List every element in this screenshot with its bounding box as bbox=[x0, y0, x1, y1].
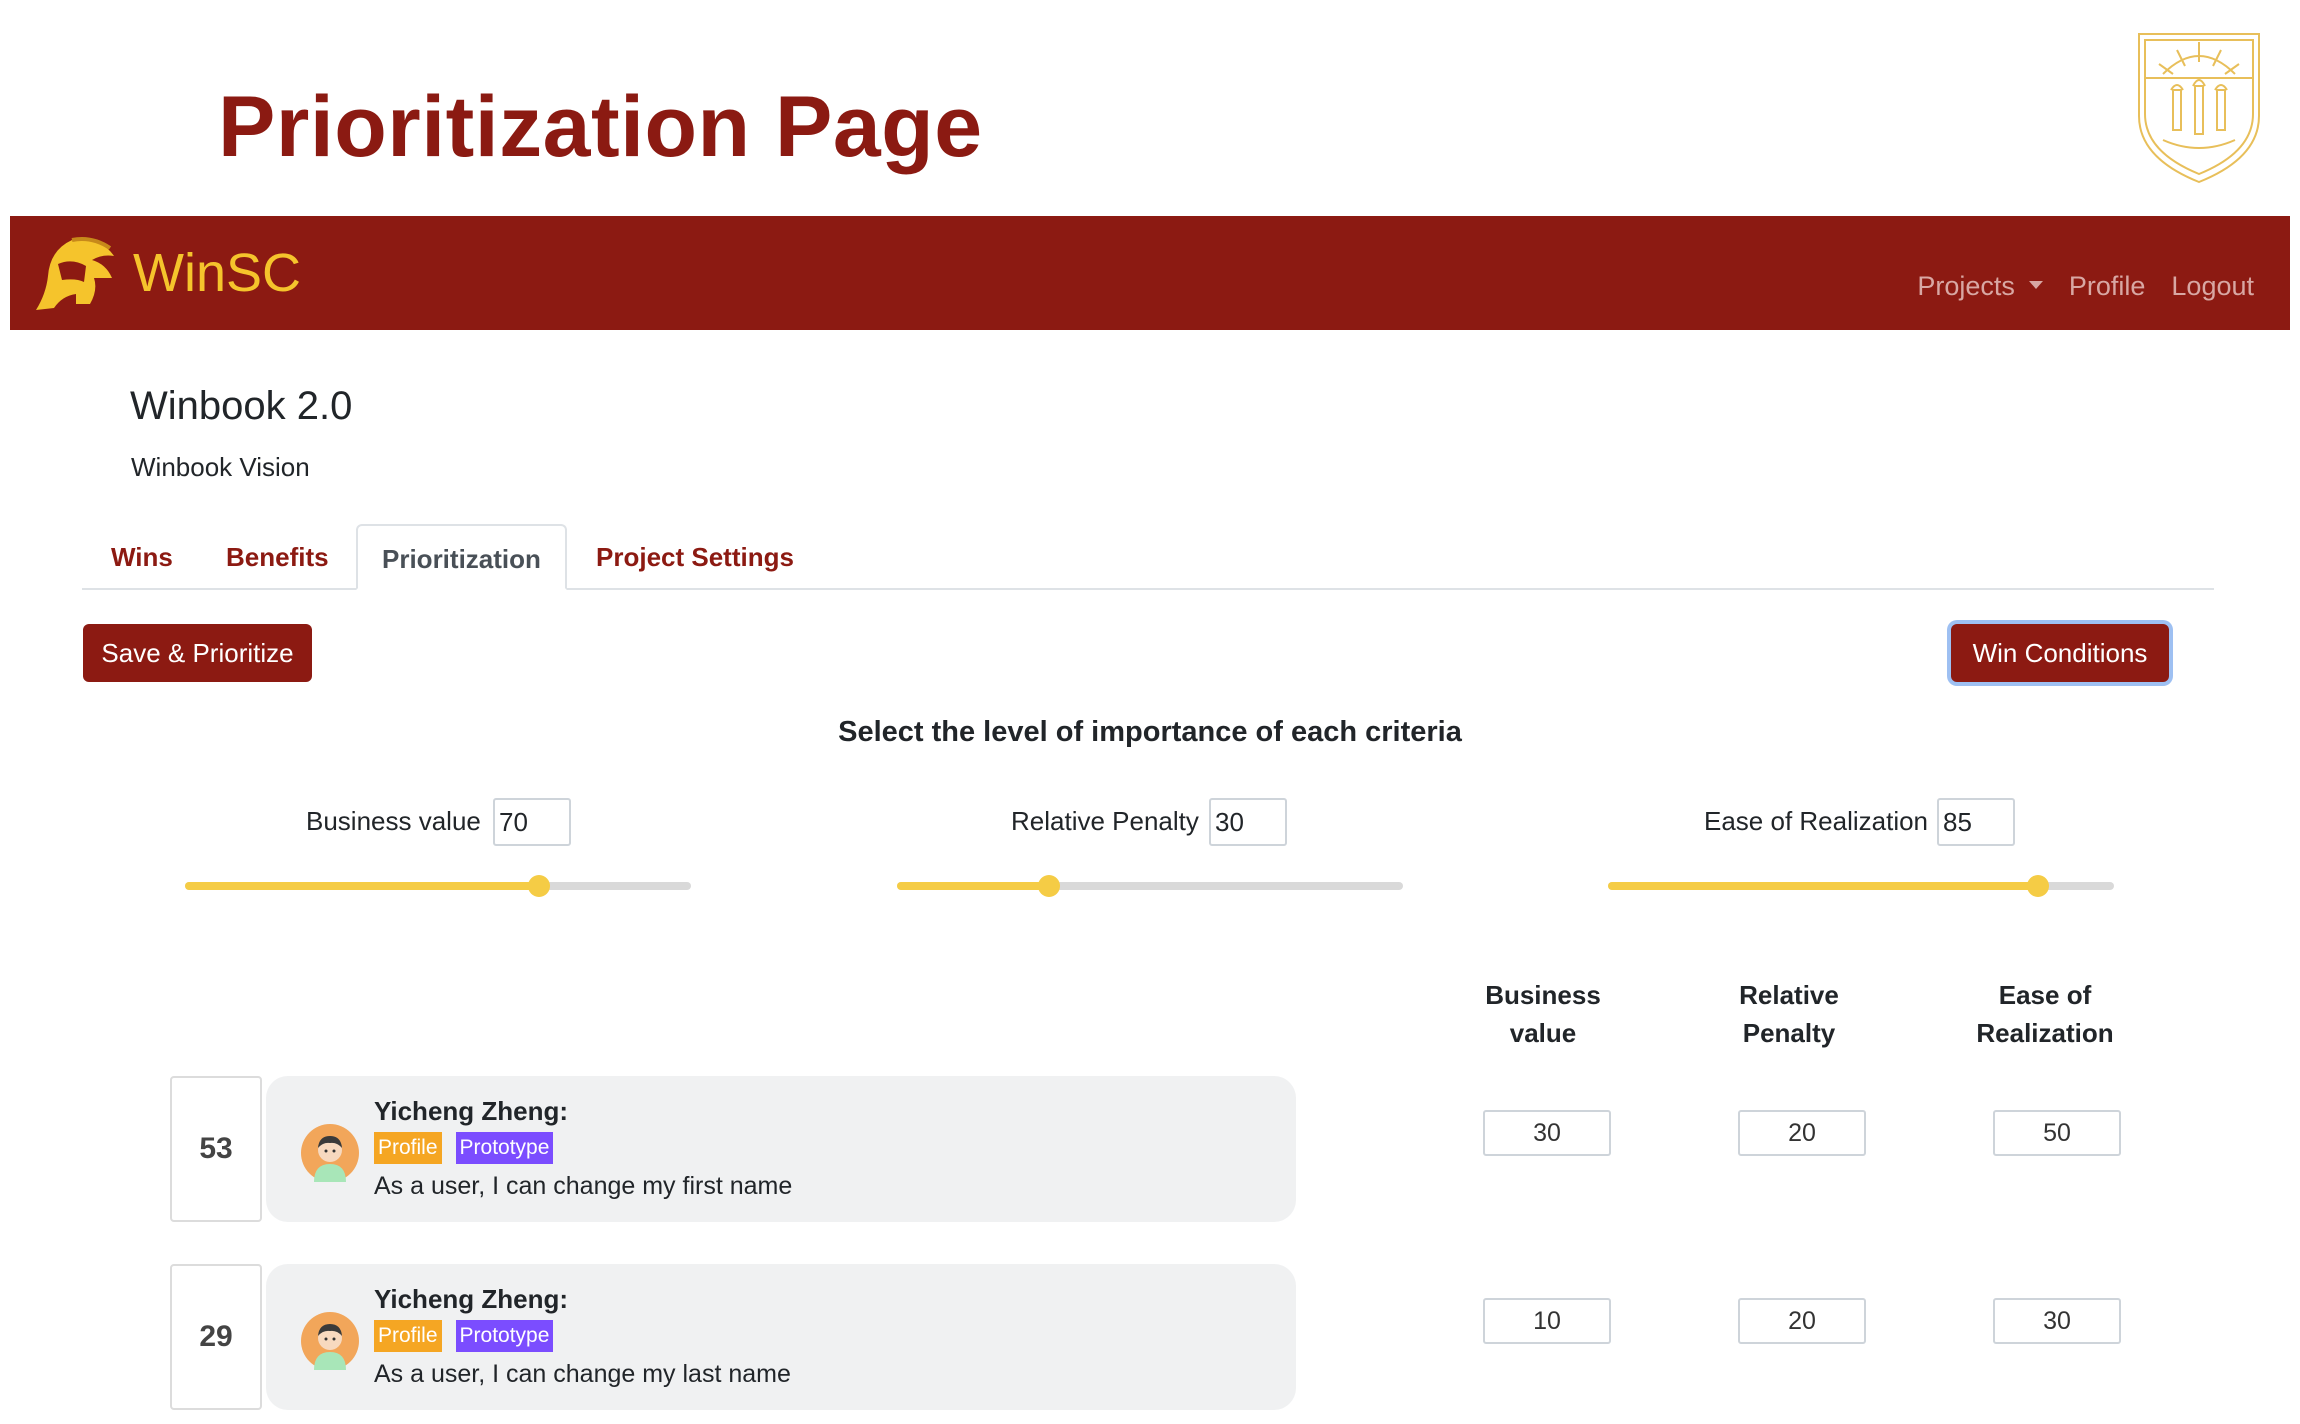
priority-rank: 29 bbox=[170, 1264, 262, 1410]
ease-of-realization-input[interactable]: 30 bbox=[1993, 1298, 2121, 1344]
business-value-weight-input[interactable]: 70 bbox=[493, 798, 571, 846]
column-header-line: Realization bbox=[1976, 1018, 2114, 1048]
nav-links: Projects Profile Logout bbox=[1891, 271, 2254, 302]
slider-fill bbox=[1608, 882, 2039, 890]
story-badges: Profile Prototype bbox=[374, 1320, 567, 1352]
tab-project-settings[interactable]: Project Settings bbox=[596, 524, 794, 590]
business-value-input[interactable]: 10 bbox=[1483, 1298, 1611, 1344]
user-avatar-icon bbox=[301, 1124, 359, 1182]
slider-fill bbox=[185, 882, 540, 890]
project-title: Winbook 2.0 bbox=[130, 384, 353, 428]
story-card[interactable]: Yicheng Zheng: Profile Prototype As a us… bbox=[266, 1076, 1296, 1222]
column-header-line: Penalty bbox=[1742, 1018, 1836, 1048]
badge-profile: Profile bbox=[374, 1132, 442, 1164]
win-conditions-button[interactable]: Win Conditions bbox=[1951, 624, 2169, 682]
relative-penalty-label: Relative Penalty bbox=[1011, 806, 1199, 836]
column-header-line: Ease of bbox=[1998, 980, 2092, 1010]
relative-penalty-input[interactable]: 20 bbox=[1738, 1298, 1866, 1344]
column-header-line: Relative bbox=[1739, 980, 1839, 1010]
column-header-line: value bbox=[1509, 1018, 1577, 1048]
slide-title: Prioritization Page bbox=[218, 79, 983, 175]
university-seal-icon bbox=[2138, 33, 2260, 184]
badge-profile: Profile bbox=[374, 1320, 442, 1352]
story-badges: Profile Prototype bbox=[374, 1132, 567, 1164]
story-text: As a user, I can change my first name bbox=[374, 1172, 793, 1200]
business-value-label: Business value bbox=[306, 806, 481, 836]
ease-of-realization-label: Ease of Realization bbox=[1704, 806, 1929, 836]
nav-projects-label: Projects bbox=[1917, 271, 2015, 301]
nav-profile-link[interactable]: Profile bbox=[2069, 271, 2146, 302]
trojan-helmet-icon[interactable] bbox=[32, 234, 118, 314]
slider-thumb[interactable] bbox=[528, 875, 551, 897]
nav-projects-dropdown[interactable]: Projects bbox=[1917, 271, 2043, 302]
badge-prototype: Prototype bbox=[455, 1132, 554, 1164]
business-value-slider[interactable] bbox=[185, 875, 691, 897]
story-card[interactable]: Yicheng Zheng: Profile Prototype As a us… bbox=[266, 1264, 1296, 1410]
slider-fill bbox=[897, 882, 1049, 890]
relative-penalty-slider[interactable] bbox=[897, 875, 1403, 897]
ease-of-realization-input[interactable]: 50 bbox=[1993, 1110, 2121, 1156]
project-tabs: Wins Benefits Prioritization Project Set… bbox=[82, 524, 2214, 590]
column-header-line: Business bbox=[1485, 980, 1601, 1010]
user-avatar-icon bbox=[301, 1312, 359, 1370]
ease-of-realization-slider[interactable] bbox=[1608, 875, 2114, 897]
priority-rank: 53 bbox=[170, 1076, 262, 1222]
column-header-business-value: Business value bbox=[1443, 976, 1643, 1052]
slider-thumb[interactable] bbox=[2027, 875, 2050, 897]
column-header-relative-penalty: Relative Penalty bbox=[1689, 976, 1889, 1052]
brand-name[interactable]: WinSC bbox=[133, 242, 301, 304]
story-author: Yicheng Zheng: bbox=[374, 1284, 569, 1314]
story-text: As a user, I can change my last name bbox=[374, 1360, 791, 1388]
business-value-input[interactable]: 30 bbox=[1483, 1110, 1611, 1156]
relative-penalty-weight-input[interactable]: 30 bbox=[1209, 798, 1287, 846]
criteria-heading: Select the level of importance of each c… bbox=[838, 716, 1462, 748]
save-prioritize-button[interactable]: Save & Prioritize bbox=[83, 624, 312, 682]
project-vision: Winbook Vision bbox=[131, 452, 310, 482]
ease-of-realization-weight-input[interactable]: 85 bbox=[1937, 798, 2015, 846]
tab-benefits[interactable]: Benefits bbox=[226, 524, 329, 590]
caret-down-icon bbox=[2028, 280, 2043, 289]
badge-prototype: Prototype bbox=[455, 1320, 554, 1352]
column-header-ease-of-realization: Ease of Realization bbox=[1945, 976, 2145, 1052]
slider-thumb[interactable] bbox=[1037, 875, 1060, 897]
story-author: Yicheng Zheng: bbox=[374, 1096, 569, 1126]
tab-wins[interactable]: Wins bbox=[111, 524, 173, 590]
tab-prioritization[interactable]: Prioritization bbox=[356, 524, 567, 590]
navbar: WinSC Projects Profile Logout bbox=[10, 216, 2290, 330]
nav-logout-link[interactable]: Logout bbox=[2171, 271, 2254, 302]
relative-penalty-input[interactable]: 20 bbox=[1738, 1110, 1866, 1156]
